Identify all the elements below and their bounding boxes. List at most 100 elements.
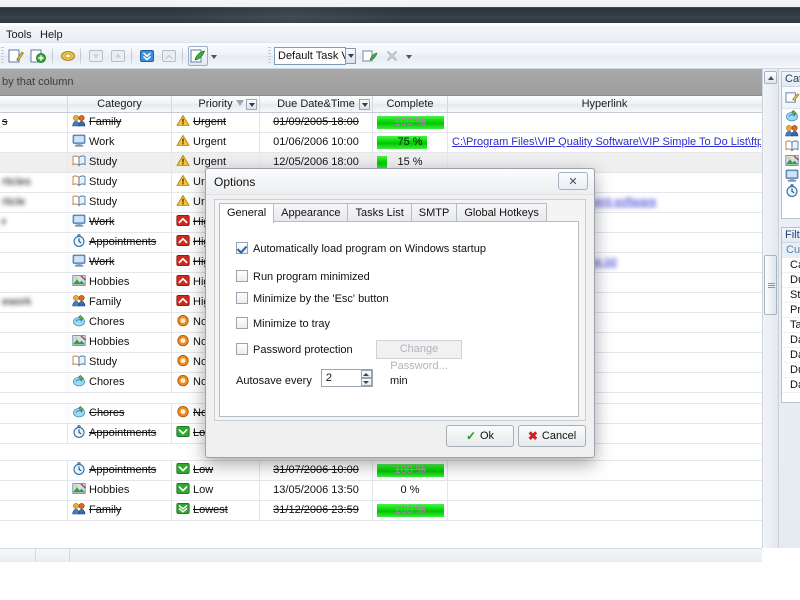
- chores-icon: [72, 374, 86, 387]
- esc-minimize-checkbox[interactable]: [236, 292, 248, 304]
- right-dock: Cate C F S H W: [778, 69, 800, 548]
- complete-percent: 100 %: [394, 116, 426, 128]
- print-export-icon[interactable]: [188, 46, 208, 66]
- filter-list-item[interactable]: Da: [782, 378, 800, 393]
- scroll-up-button[interactable]: [764, 71, 777, 84]
- statusbar: [0, 548, 800, 600]
- urgent-icon: [176, 134, 190, 147]
- filter-list-item[interactable]: Du: [782, 363, 800, 378]
- group-by-bar[interactable]: by that column: [0, 69, 762, 96]
- lowest-icon: [176, 502, 190, 515]
- toolbar-overflow-chevron-icon[interactable]: [211, 55, 217, 59]
- change-password-button: Change Password...: [376, 340, 462, 372]
- hyperlink[interactable]: C:\Program Files\VIP Quality Software\VI…: [452, 136, 761, 148]
- menu-item-tools[interactable]: Tools: [2, 28, 36, 42]
- cell-priority: Urgent: [172, 133, 260, 152]
- tab-appearance[interactable]: Appearance: [273, 203, 349, 222]
- category-list-item[interactable]: W: [782, 169, 800, 184]
- filter-list-item[interactable]: Pr: [782, 303, 800, 318]
- autosave-stepper[interactable]: [360, 370, 372, 386]
- cell-hyperlink[interactable]: [448, 481, 761, 500]
- menu-item-help[interactable]: Help: [36, 28, 67, 42]
- toolbar-grip[interactable]: [1, 47, 4, 65]
- category-list-item[interactable]: A: [782, 184, 800, 199]
- password-protection-checkbox[interactable]: [236, 343, 248, 355]
- expand-all-icon[interactable]: [137, 46, 157, 66]
- cell-hyperlink[interactable]: C:\Program Files\VIP Quality Software\VI…: [448, 133, 761, 152]
- category-list-item[interactable]: F: [782, 124, 800, 139]
- table-row[interactable]: Appointments Low 31/07/2006 10:00 100 %: [0, 461, 762, 481]
- toolbar-overflow-chevron-2-icon[interactable]: [406, 55, 412, 59]
- cancel-button[interactable]: ✖ Cancel: [518, 425, 586, 447]
- tab-global-hotkeys[interactable]: Global Hotkeys: [456, 203, 547, 222]
- new-subtask-icon[interactable]: [28, 46, 48, 66]
- password-protection-row[interactable]: Password protection Change Password...: [236, 340, 462, 372]
- table-row[interactable]: s Family Urgent 01/09/2005 18:00 100 %: [0, 113, 762, 133]
- priority-label: Low: [193, 464, 214, 476]
- column-header-category[interactable]: Category: [68, 96, 172, 112]
- collapse-all-icon[interactable]: [159, 46, 179, 66]
- run-minimized-checkbox-row[interactable]: Run program minimized: [236, 270, 370, 283]
- category-label: Family: [89, 504, 122, 516]
- work-icon: [72, 134, 86, 147]
- edit-task-icon[interactable]: [58, 46, 78, 66]
- filter-list-item[interactable]: Da: [782, 348, 800, 363]
- appointments-icon: [72, 425, 86, 438]
- tab-general[interactable]: General: [219, 203, 275, 223]
- apply-view-icon[interactable]: [360, 46, 380, 66]
- column-header-complete[interactable]: Complete: [373, 96, 448, 112]
- autosave-stepper-up[interactable]: [360, 370, 372, 378]
- cell-hyperlink[interactable]: [448, 461, 761, 480]
- minimize-tray-checkbox-row[interactable]: Minimize to tray: [236, 317, 330, 330]
- due-date-filter-button[interactable]: [359, 99, 370, 110]
- category-list-item[interactable]: S: [782, 139, 800, 154]
- esc-minimize-label: Minimize by the 'Esc' button: [253, 293, 389, 305]
- minimize-tray-checkbox[interactable]: [236, 317, 248, 329]
- filter-list-item[interactable]: Ta: [782, 318, 800, 333]
- scrollbar-thumb[interactable]: [764, 255, 777, 315]
- autosave-stepper-down[interactable]: [360, 378, 372, 386]
- category-panel: Cate C F S H W: [781, 71, 800, 219]
- tab-smtp[interactable]: SMTP: [410, 203, 458, 222]
- filter-list-item[interactable]: Ca: [782, 258, 800, 273]
- category-list-item[interactable]: C: [782, 109, 800, 124]
- filter-current-value[interactable]: Cu: [782, 243, 800, 258]
- move-down-icon[interactable]: [86, 46, 106, 66]
- toolbar-grip-2[interactable]: [268, 47, 271, 65]
- column-header-due-date[interactable]: Due Date&Time: [260, 96, 373, 112]
- filter-list-item[interactable]: Da: [782, 333, 800, 348]
- ok-button[interactable]: ✓ Ok: [446, 425, 514, 447]
- priority-filter-button[interactable]: [246, 99, 257, 110]
- cell-category: Chores: [68, 404, 172, 423]
- hobbies-icon: [785, 154, 799, 166]
- task-view-combo[interactable]: Default Task V: [274, 47, 346, 65]
- filter-list-item[interactable]: Du: [782, 273, 800, 288]
- table-row[interactable]: Hobbies Low 13/05/2006 13:50 0 %: [0, 481, 762, 501]
- autoload-checkbox[interactable]: [236, 242, 248, 254]
- column-header-hyperlink[interactable]: Hyperlink: [448, 96, 761, 112]
- cell-priority: Low: [172, 461, 260, 480]
- category-label: Hobbies: [89, 484, 130, 496]
- complete-percent: 100 %: [394, 504, 426, 516]
- cell-hyperlink[interactable]: [448, 113, 761, 132]
- table-row[interactable]: Family Lowest 31/12/2006 23:59 100 %: [0, 501, 762, 521]
- run-minimized-checkbox[interactable]: [236, 270, 248, 282]
- new-task-icon[interactable]: [6, 46, 26, 66]
- study-icon: [72, 154, 86, 167]
- cell-hyperlink[interactable]: [448, 501, 761, 520]
- task-view-combo-chevron-icon[interactable]: [345, 48, 356, 64]
- column-header-task[interactable]: [0, 96, 68, 112]
- move-up-icon[interactable]: [108, 46, 128, 66]
- delete-view-icon[interactable]: [382, 46, 402, 66]
- category-panel-title: Cate: [782, 72, 800, 87]
- filter-list-item[interactable]: St: [782, 288, 800, 303]
- tab-tasks-list[interactable]: Tasks List: [347, 203, 412, 222]
- study-icon: [72, 194, 86, 207]
- autoload-checkbox-row[interactable]: Automatically load program on Windows st…: [236, 242, 486, 255]
- urgent-icon: [176, 114, 190, 127]
- esc-minimize-checkbox-row[interactable]: Minimize by the 'Esc' button: [236, 292, 389, 305]
- category-panel-toolbar[interactable]: [782, 87, 800, 109]
- close-icon[interactable]: ✕: [558, 172, 588, 190]
- category-list-item[interactable]: H: [782, 154, 800, 169]
- table-row[interactable]: Work Urgent 01/06/2006 10:00 75 % C:\Progra…: [0, 133, 762, 153]
